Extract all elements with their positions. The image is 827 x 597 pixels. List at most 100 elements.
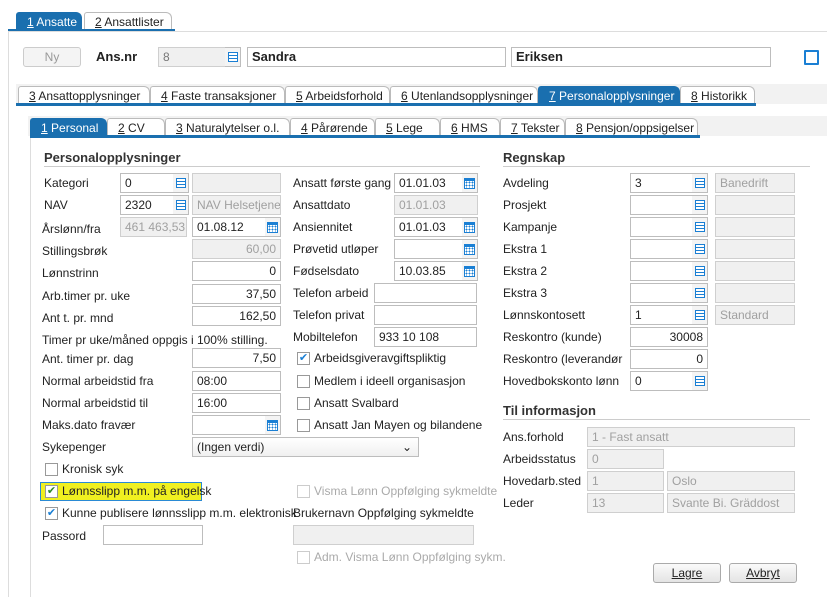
ekstra1-field[interactable] <box>630 239 693 259</box>
subtab-tekster[interactable]: 7 Tekster <box>500 118 565 136</box>
calendar-icon[interactable] <box>462 261 478 281</box>
arbeidstid-til-field[interactable]: 16:00 <box>192 393 281 413</box>
tab-ansatte[interactable]: 1 Ansatte <box>16 12 82 30</box>
tab-num: 6 <box>401 89 408 103</box>
prosjekt-field[interactable] <box>630 195 693 215</box>
ansattdato-field: 01.01.03 <box>394 195 478 215</box>
anttdag-field[interactable]: 7,50 <box>192 348 281 368</box>
list-lookup-icon[interactable] <box>692 371 708 391</box>
nav-desc: NAV Helsetjene <box>192 195 281 215</box>
kampanje-field[interactable] <box>630 217 693 237</box>
maks-fravaer-field[interactable] <box>192 415 266 435</box>
list-lookup-icon[interactable] <box>692 173 708 193</box>
cancel-button[interactable]: Avbryt <box>729 563 797 583</box>
janmayen-checkbox[interactable] <box>297 419 310 432</box>
kronisk-checkbox[interactable] <box>45 463 58 476</box>
reskontro-leverandor-label: Reskontro (leverandør <box>503 352 623 366</box>
ekstra3-field[interactable] <box>630 283 693 303</box>
kategori-field[interactable]: 0 <box>120 173 174 193</box>
tab-ansattopplysninger[interactable]: 3 Ansattopplysninger <box>18 86 150 104</box>
ansiennitet-field[interactable]: 01.01.03 <box>394 217 463 237</box>
passord-field[interactable] <box>103 525 203 545</box>
tab-historikk[interactable]: 8 Historikk <box>680 86 755 104</box>
arbtimer-field[interactable]: 37,50 <box>192 284 281 304</box>
ansnr-field[interactable]: 8 <box>158 47 226 67</box>
subtab-parorende[interactable]: 4 Pårørende <box>290 118 375 136</box>
tab-label: Ansattopplysninger <box>38 89 141 103</box>
tab-label: Tekster <box>520 121 560 135</box>
ekstra1-desc <box>715 239 795 259</box>
tab-ansattlister[interactable]: 2 Ansattlister <box>84 12 172 30</box>
subtab-naturalytelser[interactable]: 3 Naturalytelser o.l. <box>165 118 290 136</box>
aga-checkbox[interactable]: ✔ <box>297 352 310 365</box>
ekstra2-field[interactable] <box>630 261 693 281</box>
telefon-arbeid-field[interactable] <box>374 283 477 303</box>
calendar-icon[interactable] <box>265 217 281 237</box>
list-lookup-icon[interactable] <box>692 195 708 215</box>
subtab-hms[interactable]: 6 HMS <box>440 118 500 136</box>
calendar-icon[interactable] <box>462 217 478 237</box>
prosjekt-desc <box>715 195 795 215</box>
telefon-privat-field[interactable] <box>374 305 477 325</box>
tab-num: 3 <box>29 89 36 103</box>
ansatt-forste-label: Ansatt første gang <box>293 176 392 190</box>
tab-label: Personalopplysninger <box>559 89 675 103</box>
arslonn-field: 461 463,53 <box>120 217 187 237</box>
brukernavn-field <box>293 525 474 545</box>
nav-field[interactable]: 2320 <box>120 195 174 215</box>
list-lookup-icon[interactable] <box>692 283 708 303</box>
calendar-icon[interactable] <box>462 173 478 193</box>
list-lookup-icon[interactable] <box>692 239 708 259</box>
arbeidsstatus-label: Arbeidsstatus <box>503 452 576 466</box>
provetid-label: Prøvetid utløper <box>293 242 379 256</box>
list-lookup-icon[interactable] <box>173 195 189 215</box>
arbeidstid-fra-field[interactable]: 08:00 <box>192 371 281 391</box>
ideell-checkbox[interactable] <box>297 375 310 388</box>
fodselsdato-label: Fødselsdato <box>293 264 360 278</box>
kampanje-label: Kampanje <box>503 220 558 234</box>
tab-faste-transaksjoner[interactable]: 4 Faste transaksjoner <box>150 86 285 104</box>
arbeidstid-fra-label: Normal arbeidstid fra <box>42 374 154 388</box>
list-lookup-icon[interactable] <box>225 47 241 67</box>
calendar-icon[interactable] <box>462 239 478 259</box>
fodselsdato-field[interactable]: 10.03.85 <box>394 261 463 281</box>
arslonn-date-field[interactable]: 01.08.12 <box>192 217 266 237</box>
mobiltelefon-field[interactable]: 933 10 108 <box>374 327 477 347</box>
kampanje-desc <box>715 217 795 237</box>
avdeling-field[interactable]: 3 <box>630 173 693 193</box>
tab-arbeidsforhold[interactable]: 5 Arbeidsforhold <box>285 86 390 104</box>
brukernavn-label: Brukernavn Oppfølging sykmeldte <box>293 506 474 520</box>
ansatt-forste-field[interactable]: 01.01.03 <box>394 173 463 193</box>
first-name-field[interactable]: Sandra <box>247 47 506 67</box>
subtab-lege[interactable]: 5 Lege <box>375 118 440 136</box>
lonnskontosett-field[interactable]: 1 <box>630 305 693 325</box>
publisere-checkbox[interactable]: ✔ <box>45 507 58 520</box>
list-lookup-icon[interactable] <box>173 173 189 193</box>
reskontro-kunde-field[interactable]: 30008 <box>630 327 708 347</box>
sykepenger-select[interactable]: (Ingen verdi) ⌄ <box>192 437 419 457</box>
lonnstrinn-field[interactable]: 0 <box>192 261 281 281</box>
last-name-field[interactable]: Eriksen <box>511 47 771 67</box>
note-icon[interactable] <box>804 50 819 65</box>
hovedbokskonto-field[interactable]: 0 <box>630 371 693 391</box>
visma-oppfolging-checkbox <box>297 485 310 498</box>
sub-panel-border <box>30 138 31 597</box>
tab-personalopplysninger[interactable]: 7 Personalopplysninger <box>538 86 680 104</box>
save-button[interactable]: Lagre <box>653 563 721 583</box>
tab-underline <box>30 135 700 138</box>
list-lookup-icon[interactable] <box>692 261 708 281</box>
svalbard-checkbox[interactable] <box>297 397 310 410</box>
reskontro-leverandor-field[interactable]: 0 <box>630 349 708 369</box>
list-lookup-icon[interactable] <box>692 305 708 325</box>
anttmnd-field[interactable]: 162,50 <box>192 306 281 326</box>
tab-num: 7 <box>549 89 556 103</box>
calendar-icon[interactable] <box>265 415 281 435</box>
subtab-personal[interactable]: 1 Personal <box>30 118 107 136</box>
subtab-pensjon[interactable]: 8 Pensjon/oppsigelser <box>565 118 698 136</box>
tab-utenlandsopplysninger[interactable]: 6 Utenlandsopplysninger <box>390 86 538 104</box>
list-lookup-icon[interactable] <box>692 217 708 237</box>
provetid-field[interactable] <box>394 239 463 259</box>
engelsk-checkbox[interactable]: ✔ <box>45 485 58 498</box>
new-button[interactable]: Ny <box>23 47 81 67</box>
subtab-cv[interactable]: 2 CV <box>107 118 165 136</box>
